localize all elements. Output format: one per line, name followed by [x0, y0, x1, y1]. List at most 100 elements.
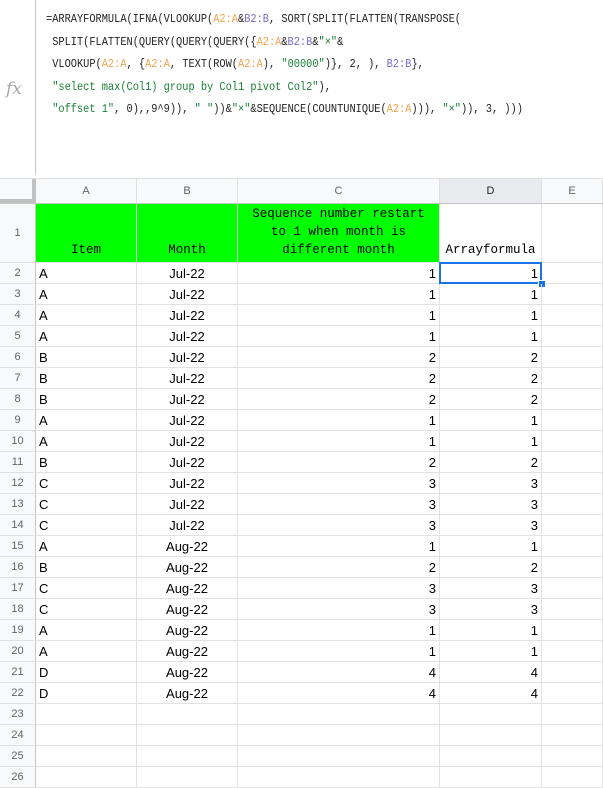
row-header[interactable]: 25 [0, 746, 36, 767]
column-header-d[interactable]: D [440, 179, 542, 203]
cell-item[interactable]: A [36, 263, 137, 284]
cell-sequence[interactable]: 3 [238, 473, 440, 494]
cell-item[interactable]: A [36, 326, 137, 347]
cell-sequence[interactable] [238, 704, 440, 725]
cell-arrayformula[interactable]: 1 [440, 641, 542, 662]
cell-arrayformula[interactable]: 4 [440, 683, 542, 704]
cell-empty[interactable] [542, 389, 603, 410]
cell-item[interactable]: A [36, 431, 137, 452]
cell-empty[interactable] [542, 683, 603, 704]
row-header[interactable]: 7 [0, 368, 36, 389]
header-item[interactable]: Item [36, 204, 137, 263]
cell-empty[interactable] [542, 725, 603, 746]
cell-empty[interactable] [542, 641, 603, 662]
cell-month[interactable]: Jul-22 [137, 389, 238, 410]
row-header[interactable]: 26 [0, 767, 36, 788]
cell-month[interactable]: Aug-22 [137, 599, 238, 620]
cell-sequence[interactable]: 1 [238, 263, 440, 284]
cell-arrayformula[interactable]: 2 [440, 389, 542, 410]
cell-empty[interactable] [542, 578, 603, 599]
row-header[interactable]: 21 [0, 662, 36, 683]
cell-arrayformula[interactable]: 2 [440, 557, 542, 578]
cell-item[interactable]: A [36, 536, 137, 557]
cell-sequence[interactable]: 1 [238, 284, 440, 305]
row-header[interactable]: 4 [0, 305, 36, 326]
cell-sequence[interactable]: 1 [238, 536, 440, 557]
cell-sequence[interactable]: 2 [238, 368, 440, 389]
cell-arrayformula[interactable]: 2 [440, 368, 542, 389]
cell-e1[interactable] [542, 204, 603, 263]
cell-sequence[interactable]: 1 [238, 431, 440, 452]
cell-empty[interactable] [542, 431, 603, 452]
row-header[interactable]: 16 [0, 557, 36, 578]
select-all-corner[interactable] [0, 179, 36, 203]
cell-empty[interactable] [542, 557, 603, 578]
cell-item[interactable]: D [36, 662, 137, 683]
row-header[interactable]: 18 [0, 599, 36, 620]
cell-month[interactable]: Jul-22 [137, 452, 238, 473]
row-header[interactable]: 9 [0, 410, 36, 431]
cell-item[interactable]: C [36, 578, 137, 599]
formula-input[interactable]: =ARRAYFORMULA(IFNA(VLOOKUP(A2:A&B2:B, SO… [46, 8, 523, 121]
cell-empty[interactable] [542, 452, 603, 473]
cell-arrayformula[interactable]: 1 [440, 620, 542, 641]
cell-sequence[interactable]: 2 [238, 347, 440, 368]
cell-item[interactable]: B [36, 389, 137, 410]
cell-arrayformula[interactable] [440, 767, 542, 788]
row-header[interactable]: 19 [0, 620, 36, 641]
cell-sequence[interactable] [238, 767, 440, 788]
cell-item[interactable]: B [36, 452, 137, 473]
cell-arrayformula[interactable]: 1 [440, 536, 542, 557]
cell-arrayformula[interactable]: 3 [440, 599, 542, 620]
cell-month[interactable] [137, 725, 238, 746]
cell-empty[interactable] [542, 410, 603, 431]
row-header[interactable]: 5 [0, 326, 36, 347]
cell-item[interactable]: A [36, 305, 137, 326]
cell-arrayformula[interactable]: 3 [440, 578, 542, 599]
cell-item[interactable] [36, 725, 137, 746]
cell-month[interactable]: Jul-22 [137, 284, 238, 305]
cell-month[interactable]: Aug-22 [137, 620, 238, 641]
cell-empty[interactable] [542, 767, 603, 788]
cell-empty[interactable] [542, 305, 603, 326]
cell-item[interactable]: D [36, 683, 137, 704]
cell-arrayformula[interactable]: 3 [440, 494, 542, 515]
cell-month[interactable]: Jul-22 [137, 305, 238, 326]
cell-empty[interactable] [542, 347, 603, 368]
cell-empty[interactable] [542, 473, 603, 494]
cell-month[interactable]: Jul-22 [137, 368, 238, 389]
column-header-b[interactable]: B [137, 179, 238, 203]
row-header[interactable]: 17 [0, 578, 36, 599]
cell-month[interactable] [137, 746, 238, 767]
cell-arrayformula[interactable]: 3 [440, 473, 542, 494]
cell-item[interactable]: C [36, 515, 137, 536]
cell-sequence[interactable]: 3 [238, 515, 440, 536]
cell-empty[interactable] [542, 536, 603, 557]
cell-month[interactable] [137, 704, 238, 725]
cell-empty[interactable] [542, 494, 603, 515]
cell-sequence[interactable]: 4 [238, 662, 440, 683]
cell-sequence[interactable] [238, 725, 440, 746]
cell-item[interactable]: A [36, 620, 137, 641]
cell-month[interactable]: Aug-22 [137, 683, 238, 704]
cell-sequence[interactable]: 3 [238, 494, 440, 515]
cell-arrayformula[interactable]: 1 [440, 326, 542, 347]
cell-empty[interactable] [542, 326, 603, 347]
cell-arrayformula[interactable]: 1 [440, 305, 542, 326]
header-sequence[interactable]: Sequence number restart to 1 when month … [238, 204, 440, 263]
cell-sequence[interactable]: 2 [238, 452, 440, 473]
cell-arrayformula[interactable]: 1 [440, 284, 542, 305]
cell-sequence[interactable]: 1 [238, 410, 440, 431]
row-header[interactable]: 14 [0, 515, 36, 536]
cell-month[interactable]: Jul-22 [137, 326, 238, 347]
cell-sequence[interactable]: 4 [238, 683, 440, 704]
row-header[interactable]: 20 [0, 641, 36, 662]
column-header-e[interactable]: E [542, 179, 603, 203]
cell-item[interactable]: C [36, 494, 137, 515]
cell-month[interactable]: Jul-22 [137, 410, 238, 431]
row-header[interactable]: 2 [0, 263, 36, 284]
cell-month[interactable]: Jul-22 [137, 347, 238, 368]
cell-sequence[interactable]: 3 [238, 578, 440, 599]
cell-month[interactable]: Aug-22 [137, 662, 238, 683]
cell-month[interactable]: Aug-22 [137, 578, 238, 599]
